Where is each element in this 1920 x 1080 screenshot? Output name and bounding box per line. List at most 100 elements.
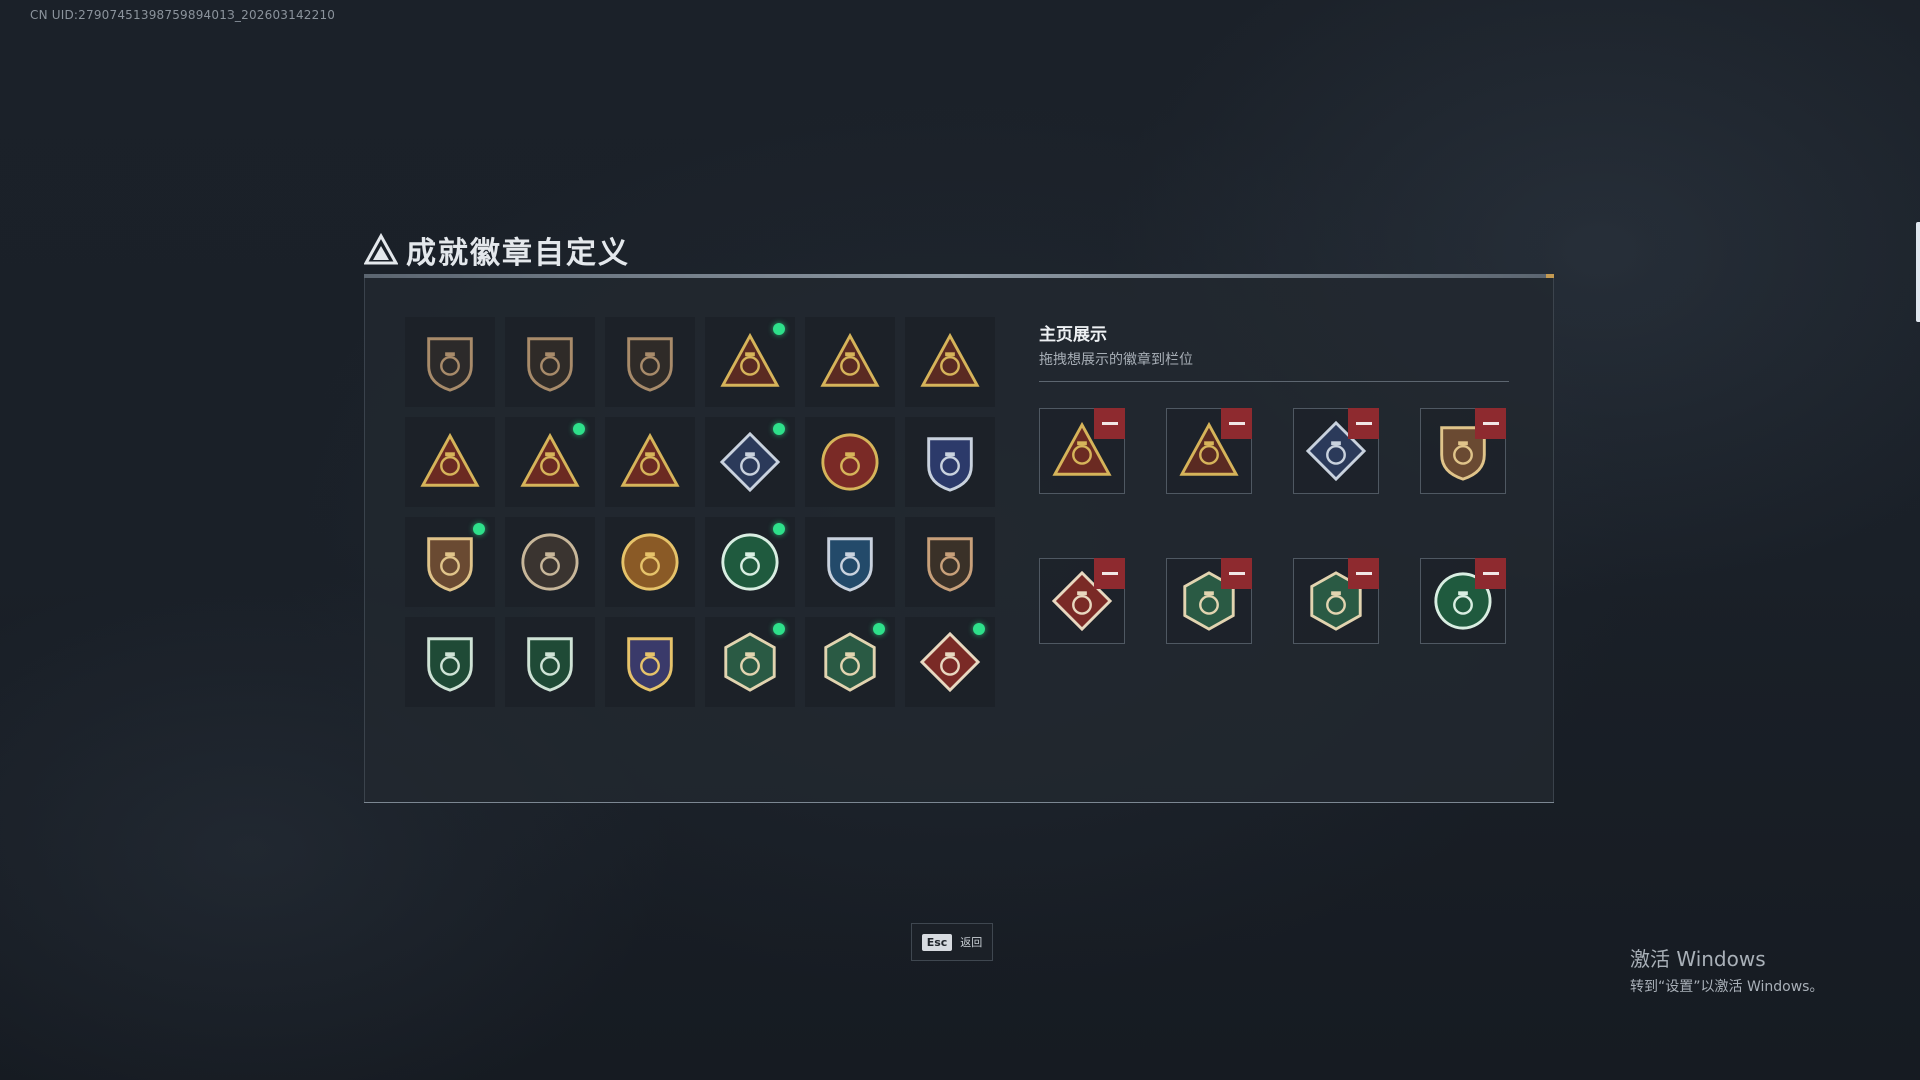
homepage-display-slots (1039, 408, 1506, 644)
badge-cell[interactable] (605, 417, 695, 507)
crosshair-rifle-green-shield-icon (427, 637, 473, 692)
minus-icon (1228, 572, 1245, 575)
display-slot[interactable] (1039, 558, 1125, 644)
display-slot[interactable] (1166, 558, 1252, 644)
shotgun-green-hex-icon (824, 632, 876, 692)
hex-shield-bronze-icon (427, 537, 473, 592)
windows-activation-watermark: 激活 Windows 转到“设置”以激活 Windows。 (1630, 943, 1823, 996)
triangle-emblem-shield-icon (427, 337, 473, 392)
minus-icon (1355, 572, 1372, 575)
badge-cell[interactable] (805, 417, 895, 507)
remove-badge-button[interactable] (1221, 408, 1252, 439)
badge-cell[interactable] (705, 617, 795, 707)
homepage-display-title: 主页展示 (1039, 325, 1107, 345)
page-title: 成就徽章自定义 (406, 236, 630, 271)
badge-cell[interactable] (805, 517, 895, 607)
new-indicator-dot (773, 323, 785, 335)
badge-cell[interactable] (405, 617, 495, 707)
homepage-display-header: 主页展示 拖拽想展示的徽章到栏位 (1039, 320, 1509, 382)
badge-cell[interactable] (805, 617, 895, 707)
cloud-triangle-icon (920, 332, 980, 387)
new-indicator-dot (573, 423, 585, 435)
back-label: 返回 (960, 936, 983, 949)
badge-cell[interactable] (905, 417, 995, 507)
new-indicator-dot (773, 523, 785, 535)
divider (1039, 381, 1509, 382)
page-header: 成就徽章自定义 (364, 228, 630, 272)
crossed-guns-gold-shield-icon (627, 637, 673, 692)
rifle-green-shield-icon (527, 637, 573, 692)
remove-badge-button[interactable] (1348, 558, 1379, 589)
display-slot[interactable] (1293, 558, 1379, 644)
badge-cell[interactable] (505, 317, 595, 407)
supply-crate-triangle-icon (820, 332, 880, 387)
remove-badge-button[interactable] (1348, 408, 1379, 439)
player-uid-label: CN UID:2790745139875989401З_202603142210 (30, 8, 336, 22)
badge-cell[interactable] (905, 317, 995, 407)
badge-cell[interactable] (405, 417, 495, 507)
star-medal-circle-icon (821, 433, 879, 491)
tank-star-green-icon (721, 533, 779, 591)
badge-cell[interactable] (605, 317, 695, 407)
soldiers-triangle-icon (620, 432, 680, 487)
minus-icon (1228, 422, 1245, 425)
badge-cell[interactable] (505, 417, 595, 507)
badge-cell[interactable] (505, 617, 595, 707)
remove-badge-button[interactable] (1094, 558, 1125, 589)
new-indicator-dot (773, 423, 785, 435)
supply-box-triangle-icon (520, 432, 580, 487)
minus-icon (1482, 422, 1499, 425)
badge-cell[interactable] (705, 317, 795, 407)
remove-badge-button[interactable] (1475, 408, 1506, 439)
remove-badge-button[interactable] (1475, 558, 1506, 589)
jet-shield-icon (627, 337, 673, 392)
badge-customize-panel: 主页展示 拖拽想展示的徽章到栏位 (364, 274, 1554, 803)
panel-bottom-line (364, 802, 1554, 803)
badge-cell[interactable] (705, 517, 795, 607)
gold-emblem-laurel-icon (621, 533, 679, 591)
runner-red-diamond-icon (919, 631, 981, 693)
remove-badge-button[interactable] (1094, 408, 1125, 439)
delta-logo-icon (364, 233, 398, 265)
new-indicator-dot (473, 523, 485, 535)
back-button[interactable]: Esc 返回 (911, 923, 993, 961)
panel-top-bar (364, 274, 1554, 278)
new-indicator-dot (873, 623, 885, 635)
esc-key-icon: Esc (921, 933, 953, 951)
remove-badge-button[interactable] (1221, 558, 1252, 589)
soldier-portrait-circle-icon (521, 533, 579, 591)
minus-icon (1355, 422, 1372, 425)
badge-cell[interactable] (505, 517, 595, 607)
shield-crest-blue-icon (927, 437, 973, 492)
display-slot[interactable] (1420, 408, 1506, 494)
badge-cell[interactable] (405, 317, 495, 407)
display-slot[interactable] (1039, 408, 1125, 494)
supply-bag-55-triangle-icon (720, 332, 780, 387)
homepage-display-hint: 拖拽想展示的徽章到栏位 (1039, 352, 1193, 368)
badge-cell[interactable] (705, 417, 795, 507)
badge-cell[interactable] (605, 517, 695, 607)
new-indicator-dot (773, 623, 785, 635)
soldier-green-hex-icon (724, 632, 776, 692)
badge-inventory-grid (405, 317, 995, 707)
badge-cell[interactable] (905, 617, 995, 707)
rocket-launcher-diamond-icon (719, 431, 781, 493)
display-slot[interactable] (1420, 558, 1506, 644)
badge-cell[interactable] (805, 317, 895, 407)
crosshair-rifle-blue-icon (827, 537, 873, 592)
windows-activation-subtitle: 转到“设置”以激活 Windows。 (1630, 979, 1824, 995)
minus-icon (1101, 422, 1118, 425)
display-slot[interactable] (1293, 408, 1379, 494)
minus-icon (1101, 572, 1118, 575)
badge-cell[interactable] (405, 517, 495, 607)
number-one-triangle-icon (420, 432, 480, 487)
windows-activation-title: 激活 Windows (1630, 947, 1766, 971)
minus-icon (1482, 572, 1499, 575)
badge-cell[interactable] (605, 617, 695, 707)
helicopter-shield-icon (527, 337, 573, 392)
display-slot[interactable] (1166, 408, 1252, 494)
badge-cell[interactable] (905, 517, 995, 607)
rifle-shield-bronze-icon (927, 537, 973, 592)
new-indicator-dot (973, 623, 985, 635)
side-edge-tab[interactable] (1916, 222, 1920, 322)
